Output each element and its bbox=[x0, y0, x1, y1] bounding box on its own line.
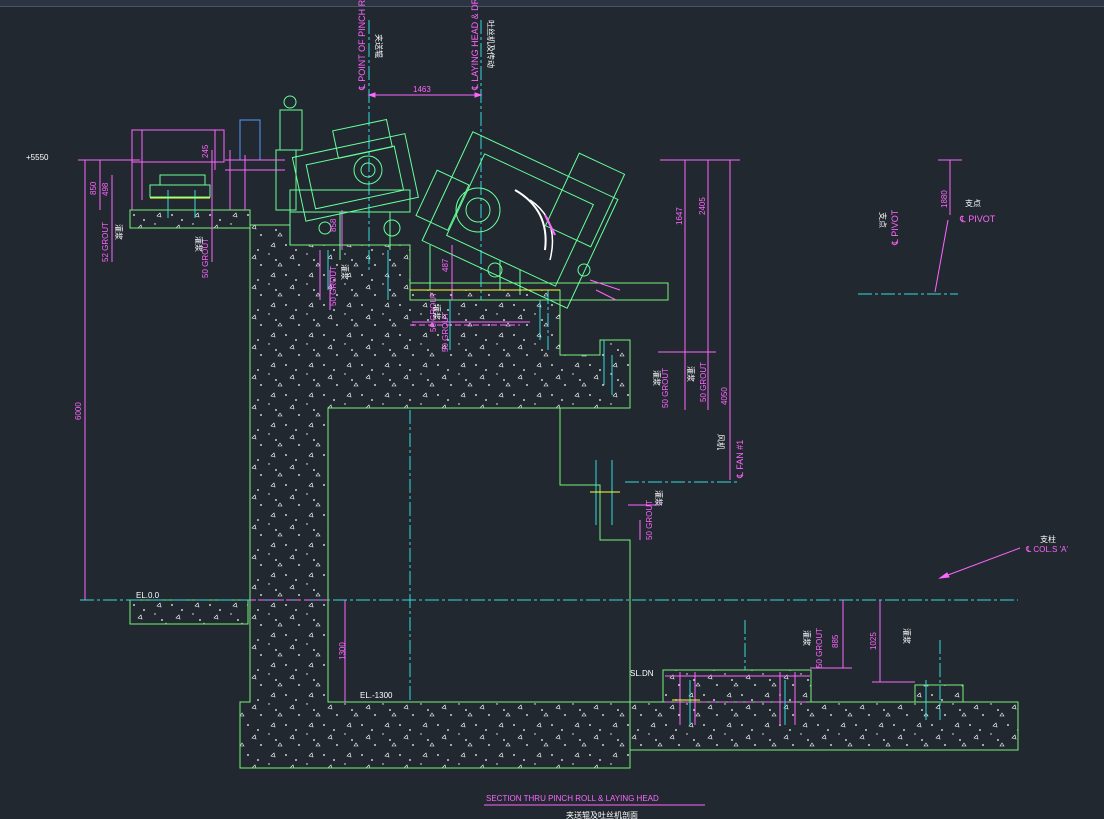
dimension-885: 885 bbox=[831, 634, 840, 648]
dimension-487: 487 bbox=[441, 258, 450, 272]
grout-chinese-f: 灌浆 bbox=[686, 366, 696, 382]
pinch-roll-centerline-label: ℄ POINT OF PINCH ROLL bbox=[357, 0, 367, 91]
laying-head-chinese-label: 吐丝机及传动 bbox=[486, 20, 496, 68]
pivot-centerline-label: ℄ PIVOT bbox=[959, 214, 996, 224]
dimension-1300: 1300 bbox=[338, 642, 347, 660]
sl-dn-label: SL.DN bbox=[630, 669, 654, 678]
fan-centerline-label: ℄ FAN #1 bbox=[735, 440, 745, 479]
grout-chinese-i: 灌浆 bbox=[902, 628, 912, 644]
dimension-858: 858 bbox=[329, 218, 338, 232]
drawing-caption: SECTION THRU PINCH ROLL & LAYING HEAD 夹送… bbox=[484, 794, 705, 819]
grout-chinese-g: 灌浆 bbox=[654, 490, 664, 506]
grout-chinese-d: 灌浆 bbox=[432, 304, 442, 320]
dimension-1025: 1025 bbox=[869, 632, 878, 650]
dimension-1463: 1463 bbox=[413, 85, 431, 94]
dimension-1647: 1647 bbox=[675, 207, 684, 225]
cad-drawing-canvas[interactable]: ℄ POINT OF PINCH ROLL 夹送辊 ℄ LAYING HEAD … bbox=[0, 0, 1104, 819]
elevation-minus-1300: EL.-1300 bbox=[360, 691, 393, 700]
grout-50-label-f: 50 GROUT bbox=[699, 362, 708, 402]
dimension-6000: 6000 bbox=[74, 402, 83, 420]
caption-chinese: 夹送辊及吐丝机剖面 bbox=[566, 810, 638, 819]
pivot-vertical-label: ℄ PIVOT bbox=[890, 209, 900, 246]
laying-head-centerline-label: ℄ LAYING HEAD & DRIVE bbox=[470, 0, 480, 91]
dimension-2405: 2405 bbox=[698, 197, 707, 215]
grout-chinese-c: 灌浆 bbox=[340, 264, 350, 280]
dimension-245: 245 bbox=[201, 144, 210, 158]
dimension-850: 850 bbox=[89, 181, 98, 195]
grout-50-label-d: 50 GROUT bbox=[441, 312, 450, 352]
dimension-1880: 1880 bbox=[940, 190, 949, 208]
pivot-vertical-chinese: 支点 bbox=[878, 212, 888, 228]
elevation-5550: +5550 bbox=[26, 153, 49, 162]
grout-chinese-a: 灌浆 bbox=[114, 224, 124, 240]
laying-head-assembly[interactable] bbox=[415, 131, 626, 309]
pinch-roll-chinese-label: 夹送辊 bbox=[374, 34, 384, 58]
elevation-0-0: EL.0.0 bbox=[136, 591, 160, 600]
grout-chinese-h: 灌浆 bbox=[802, 630, 812, 646]
dimension-4050: 4050 bbox=[720, 387, 729, 405]
grout-50-label-g: 50 GROUT bbox=[645, 500, 654, 540]
grout-chinese-b: 灌浆 bbox=[194, 236, 204, 252]
grout-50-label-b: 50 GROUT bbox=[329, 266, 338, 306]
caption-english: SECTION THRU PINCH ROLL & LAYING HEAD bbox=[486, 794, 659, 803]
grout-52-label: 52 GROUT bbox=[101, 222, 110, 262]
grout-50-label-e: 50 GROUT bbox=[661, 368, 670, 408]
column-centerline-label: ℄ COL.S 'A' bbox=[1025, 545, 1068, 554]
column-chinese-label: 支柱 bbox=[1040, 534, 1056, 544]
pivot-chinese-label: 支点 bbox=[965, 198, 981, 208]
grout-50-label-h: 50 GROUT bbox=[815, 628, 824, 668]
dimension-498: 498 bbox=[101, 182, 110, 196]
grout-chinese-e: 灌浆 bbox=[652, 370, 662, 386]
fan-chinese-label: 风机 bbox=[716, 434, 726, 450]
